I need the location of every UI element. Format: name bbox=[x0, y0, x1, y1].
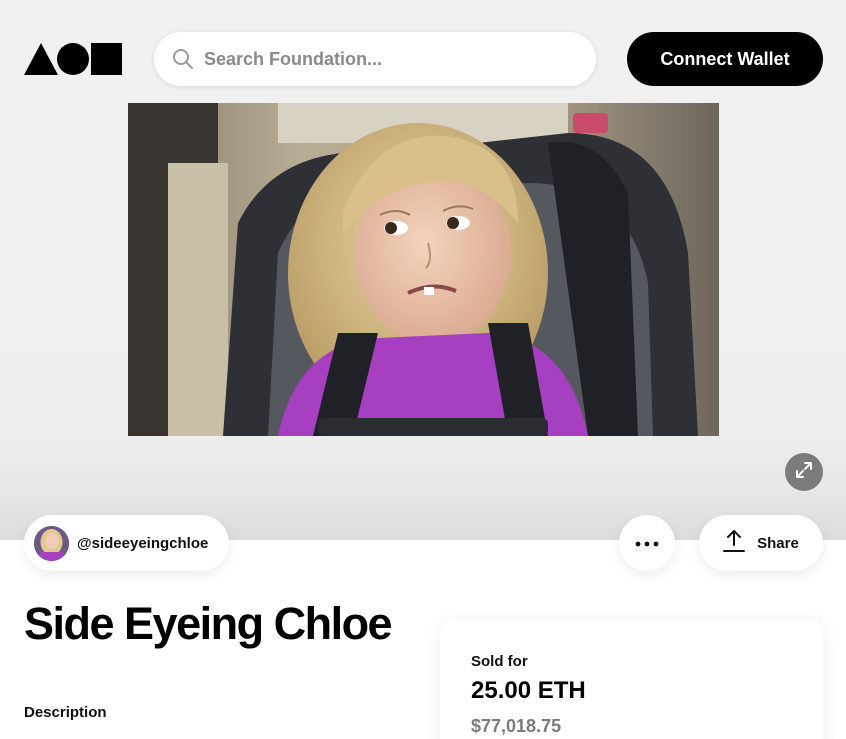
sold-price-eth: 25.00 ETH bbox=[471, 677, 586, 704]
more-dots-icon bbox=[635, 534, 659, 552]
search-bar[interactable] bbox=[154, 32, 596, 86]
share-label: Share bbox=[757, 534, 799, 552]
avatar bbox=[34, 525, 69, 561]
description-label: Description bbox=[24, 704, 107, 721]
nft-title: Side Eyeing Chloe bbox=[24, 598, 393, 649]
search-icon bbox=[172, 48, 194, 70]
search-input[interactable] bbox=[204, 48, 564, 70]
sale-card: Sold for 25.00 ETH $77,018.75 bbox=[440, 620, 823, 739]
sold-for-label: Sold for bbox=[471, 653, 528, 670]
sold-price-usd: $77,018.75 bbox=[471, 716, 562, 736]
creator-pill[interactable]: @sideeyeingchloe bbox=[24, 515, 229, 571]
nft-page: Connect Wallet bbox=[0, 0, 846, 739]
connect-wallet-button[interactable]: Connect Wallet bbox=[627, 32, 823, 86]
share-button[interactable]: Share bbox=[699, 515, 823, 571]
artwork-image[interactable] bbox=[128, 103, 719, 436]
more-options-button[interactable] bbox=[619, 515, 675, 571]
share-icon bbox=[723, 529, 746, 558]
creator-handle: @sideeyeingchloe bbox=[77, 534, 209, 552]
expand-button[interactable] bbox=[785, 453, 823, 491]
expand-icon bbox=[795, 461, 813, 484]
foundation-logo-icon[interactable] bbox=[24, 43, 122, 75]
